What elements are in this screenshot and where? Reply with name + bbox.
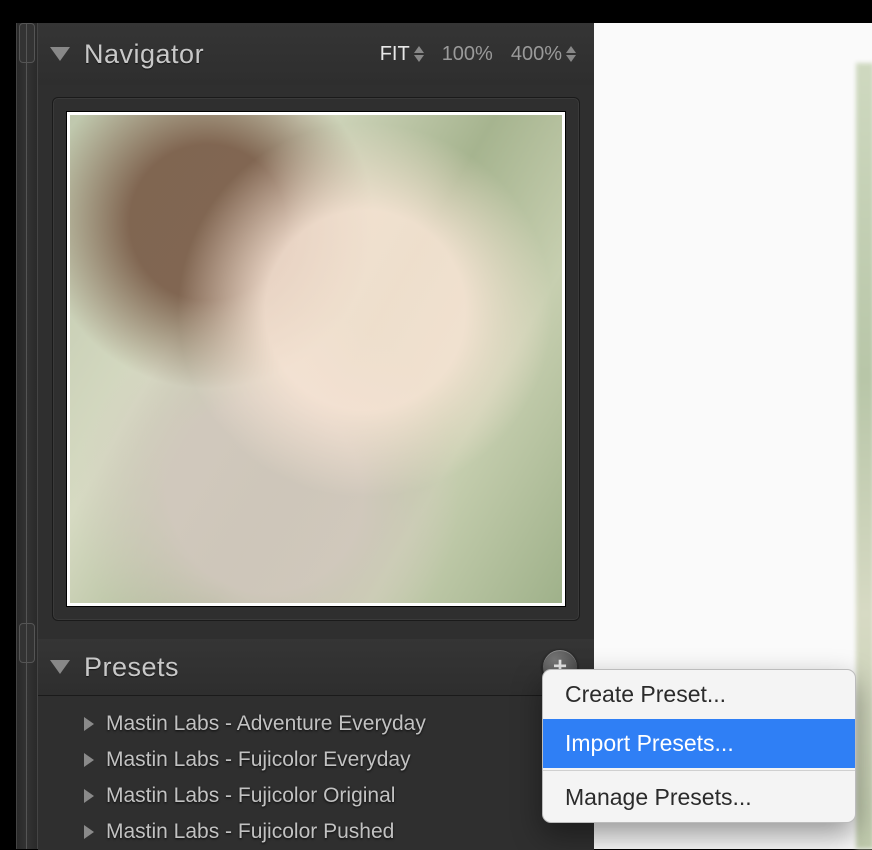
menu-manage-presets[interactable]: Manage Presets... <box>543 773 855 822</box>
chevron-right-icon <box>84 753 94 767</box>
preset-folder-label: Mastin Labs - Fujicolor Original <box>106 784 395 808</box>
presets-context-menu: Create Preset... Import Presets... Manag… <box>542 669 856 823</box>
zoom-fit-label: FIT <box>380 43 410 66</box>
preset-folder[interactable]: Mastin Labs - Adventure Everyday <box>52 706 580 742</box>
zoom-400[interactable]: 400% <box>511 43 576 66</box>
menu-create-preset[interactable]: Create Preset... <box>543 670 855 719</box>
presets-panel-header[interactable]: Presets + <box>38 639 594 695</box>
navigator-disclosure-icon[interactable] <box>50 47 70 61</box>
preset-folder[interactable]: Mastin Labs - Fujicolor Original <box>52 778 580 814</box>
navigator-preview-image <box>70 115 562 603</box>
chevron-right-icon <box>84 825 94 839</box>
panel-rail[interactable] <box>16 23 38 849</box>
preset-folder-label: Mastin Labs - Fujicolor Pushed <box>106 820 394 844</box>
zoom-400-stepper-icon[interactable] <box>566 46 576 62</box>
rail-grip-bottom[interactable] <box>19 623 35 663</box>
rail-grip-top[interactable] <box>19 23 35 63</box>
navigator-title: Navigator <box>84 39 380 70</box>
menu-import-presets[interactable]: Import Presets... <box>543 719 855 768</box>
left-panel: Navigator FIT 100% 400% <box>38 23 594 849</box>
menu-create-preset-label: Create Preset... <box>565 681 726 707</box>
menu-import-presets-label: Import Presets... <box>565 730 734 756</box>
chevron-right-icon <box>84 789 94 803</box>
navigator-preview[interactable] <box>67 112 565 606</box>
presets-list: Mastin Labs - Adventure Everyday Mastin … <box>38 695 594 850</box>
navigator-panel-header[interactable]: Navigator FIT 100% 400% <box>38 23 594 85</box>
menu-separator <box>543 770 855 771</box>
main-image-edge <box>856 63 872 849</box>
presets-title: Presets <box>84 652 542 683</box>
zoom-400-label: 400% <box>511 43 562 66</box>
zoom-100-label: 100% <box>442 43 493 66</box>
zoom-fit[interactable]: FIT <box>380 43 424 66</box>
preset-folder-label: Mastin Labs - Adventure Everyday <box>106 712 426 736</box>
navigator-preview-frame <box>52 97 580 621</box>
presets-disclosure-icon[interactable] <box>50 660 70 674</box>
navigator-zoom-controls: FIT 100% 400% <box>380 43 576 66</box>
app-window: Navigator FIT 100% 400% <box>0 0 872 846</box>
chevron-right-icon <box>84 717 94 731</box>
preset-folder[interactable]: Mastin Labs - Fujicolor Pushed <box>52 814 580 850</box>
preset-folder-label: Mastin Labs - Fujicolor Everyday <box>106 748 411 772</box>
zoom-fit-stepper-icon[interactable] <box>414 46 424 62</box>
preset-folder[interactable]: Mastin Labs - Fujicolor Everyday <box>52 742 580 778</box>
zoom-100[interactable]: 100% <box>442 43 493 66</box>
menu-manage-presets-label: Manage Presets... <box>565 784 752 810</box>
